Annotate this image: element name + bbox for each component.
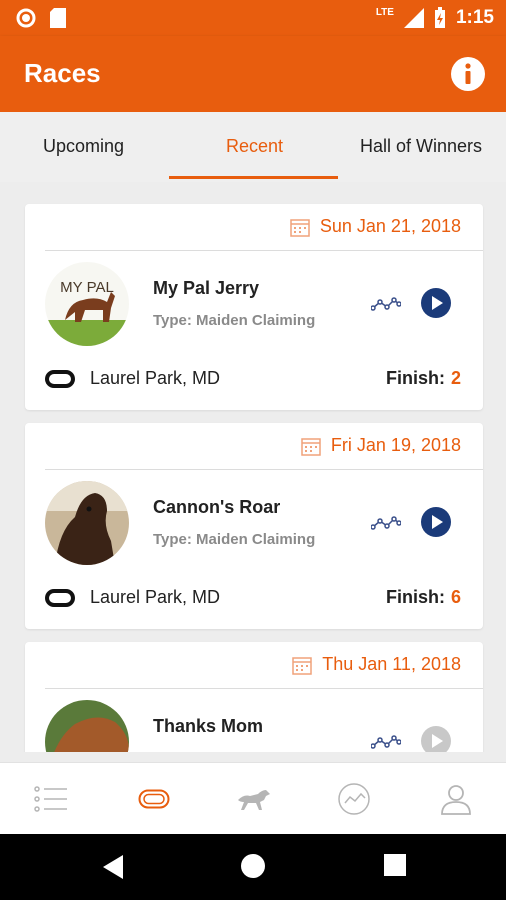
stats-icon[interactable] [371, 294, 401, 314]
sd-card-icon [50, 8, 66, 28]
finish-result: Finish: 2 [386, 368, 461, 389]
race-date: Thu Jan 11, 2018 [292, 654, 461, 675]
nav-races[interactable] [134, 779, 174, 819]
divider [45, 469, 483, 470]
race-date-text: Fri Jan 19, 2018 [330, 435, 461, 455]
divider [45, 250, 483, 251]
recents-icon[interactable] [384, 854, 406, 876]
lte-label: LTE [375, 6, 394, 18]
avatar-text: MY PAL [60, 279, 114, 296]
calendar-icon [290, 218, 310, 237]
horse-avatar[interactable] [45, 700, 129, 752]
race-date: Fri Jan 19, 2018 [301, 435, 461, 456]
calendar-icon [301, 437, 321, 456]
profile-icon [441, 785, 471, 815]
track-name: Laurel Park, MD [90, 368, 221, 388]
app-bar: Races [0, 36, 506, 112]
race-card[interactable]: Fri Jan 19, 2018 Cannon's Roar Type: Mai… [25, 423, 483, 629]
race-list[interactable]: Sun Jan 21, 2018 MY PAL My Pal Jerry Typ… [0, 182, 506, 752]
calendar-icon [292, 656, 312, 675]
active-tab-indicator [169, 176, 338, 179]
race-card[interactable]: Thu Jan 11, 2018 Thanks Mom [25, 642, 483, 752]
nav-list[interactable] [31, 779, 71, 819]
clock: 1:15 [455, 7, 494, 28]
racetrack-icon [45, 370, 75, 388]
home-icon[interactable] [241, 854, 265, 878]
finish-label: Finish: [385, 368, 445, 388]
horse-avatar[interactable] [45, 481, 129, 565]
play-button[interactable] [421, 288, 451, 318]
info-icon[interactable] [450, 56, 486, 92]
divider [45, 688, 483, 689]
back-icon[interactable] [102, 854, 124, 880]
nav-horses[interactable] [234, 779, 274, 819]
stats-icon[interactable] [371, 513, 401, 533]
race-date-text: Thu Jan 11, 2018 [322, 654, 461, 674]
finish-position: 2 [450, 368, 461, 388]
system-nav-bar [0, 834, 506, 900]
tab-hall-of-winners[interactable]: Hall of Winners [360, 136, 482, 157]
signal-icon [403, 8, 424, 28]
bottom-nav [0, 762, 506, 834]
list-icon [34, 786, 67, 812]
horse-name[interactable]: Cannon's Roar [153, 497, 280, 518]
race-type: Type: Maiden Claiming [153, 531, 316, 548]
stats-icon[interactable] [371, 732, 401, 752]
race-date-text: Sun Jan 21, 2018 [319, 216, 461, 236]
racetrack-icon [45, 589, 75, 607]
tab-recent[interactable]: Recent [226, 136, 283, 157]
track-icon [138, 789, 170, 809]
horse-avatar[interactable]: MY PAL [45, 262, 129, 346]
stats-icon [338, 783, 370, 815]
record-icon [16, 8, 36, 28]
play-button[interactable] [421, 726, 451, 752]
finish-position: 6 [450, 587, 461, 607]
horse-icon [238, 790, 270, 810]
race-card[interactable]: Sun Jan 21, 2018 MY PAL My Pal Jerry Typ… [25, 204, 483, 410]
tab-bar: Upcoming Recent Hall of Winners [0, 112, 506, 182]
page-title: Races [24, 58, 101, 88]
track-name: Laurel Park, MD [90, 587, 221, 607]
status-bar: LTE 1:15 [0, 0, 506, 36]
nav-profile[interactable] [436, 779, 476, 819]
finish-label: Finish: [385, 587, 445, 607]
race-type: Type: Maiden Claiming [153, 312, 316, 329]
battery-icon [434, 7, 445, 28]
play-button[interactable] [421, 507, 451, 537]
horse-name[interactable]: Thanks Mom [153, 716, 263, 737]
finish-result: Finish: 6 [386, 587, 461, 608]
tab-upcoming[interactable]: Upcoming [43, 136, 124, 157]
race-date: Sun Jan 21, 2018 [290, 216, 461, 237]
nav-stats[interactable] [334, 779, 374, 819]
horse-name[interactable]: My Pal Jerry [153, 278, 259, 299]
